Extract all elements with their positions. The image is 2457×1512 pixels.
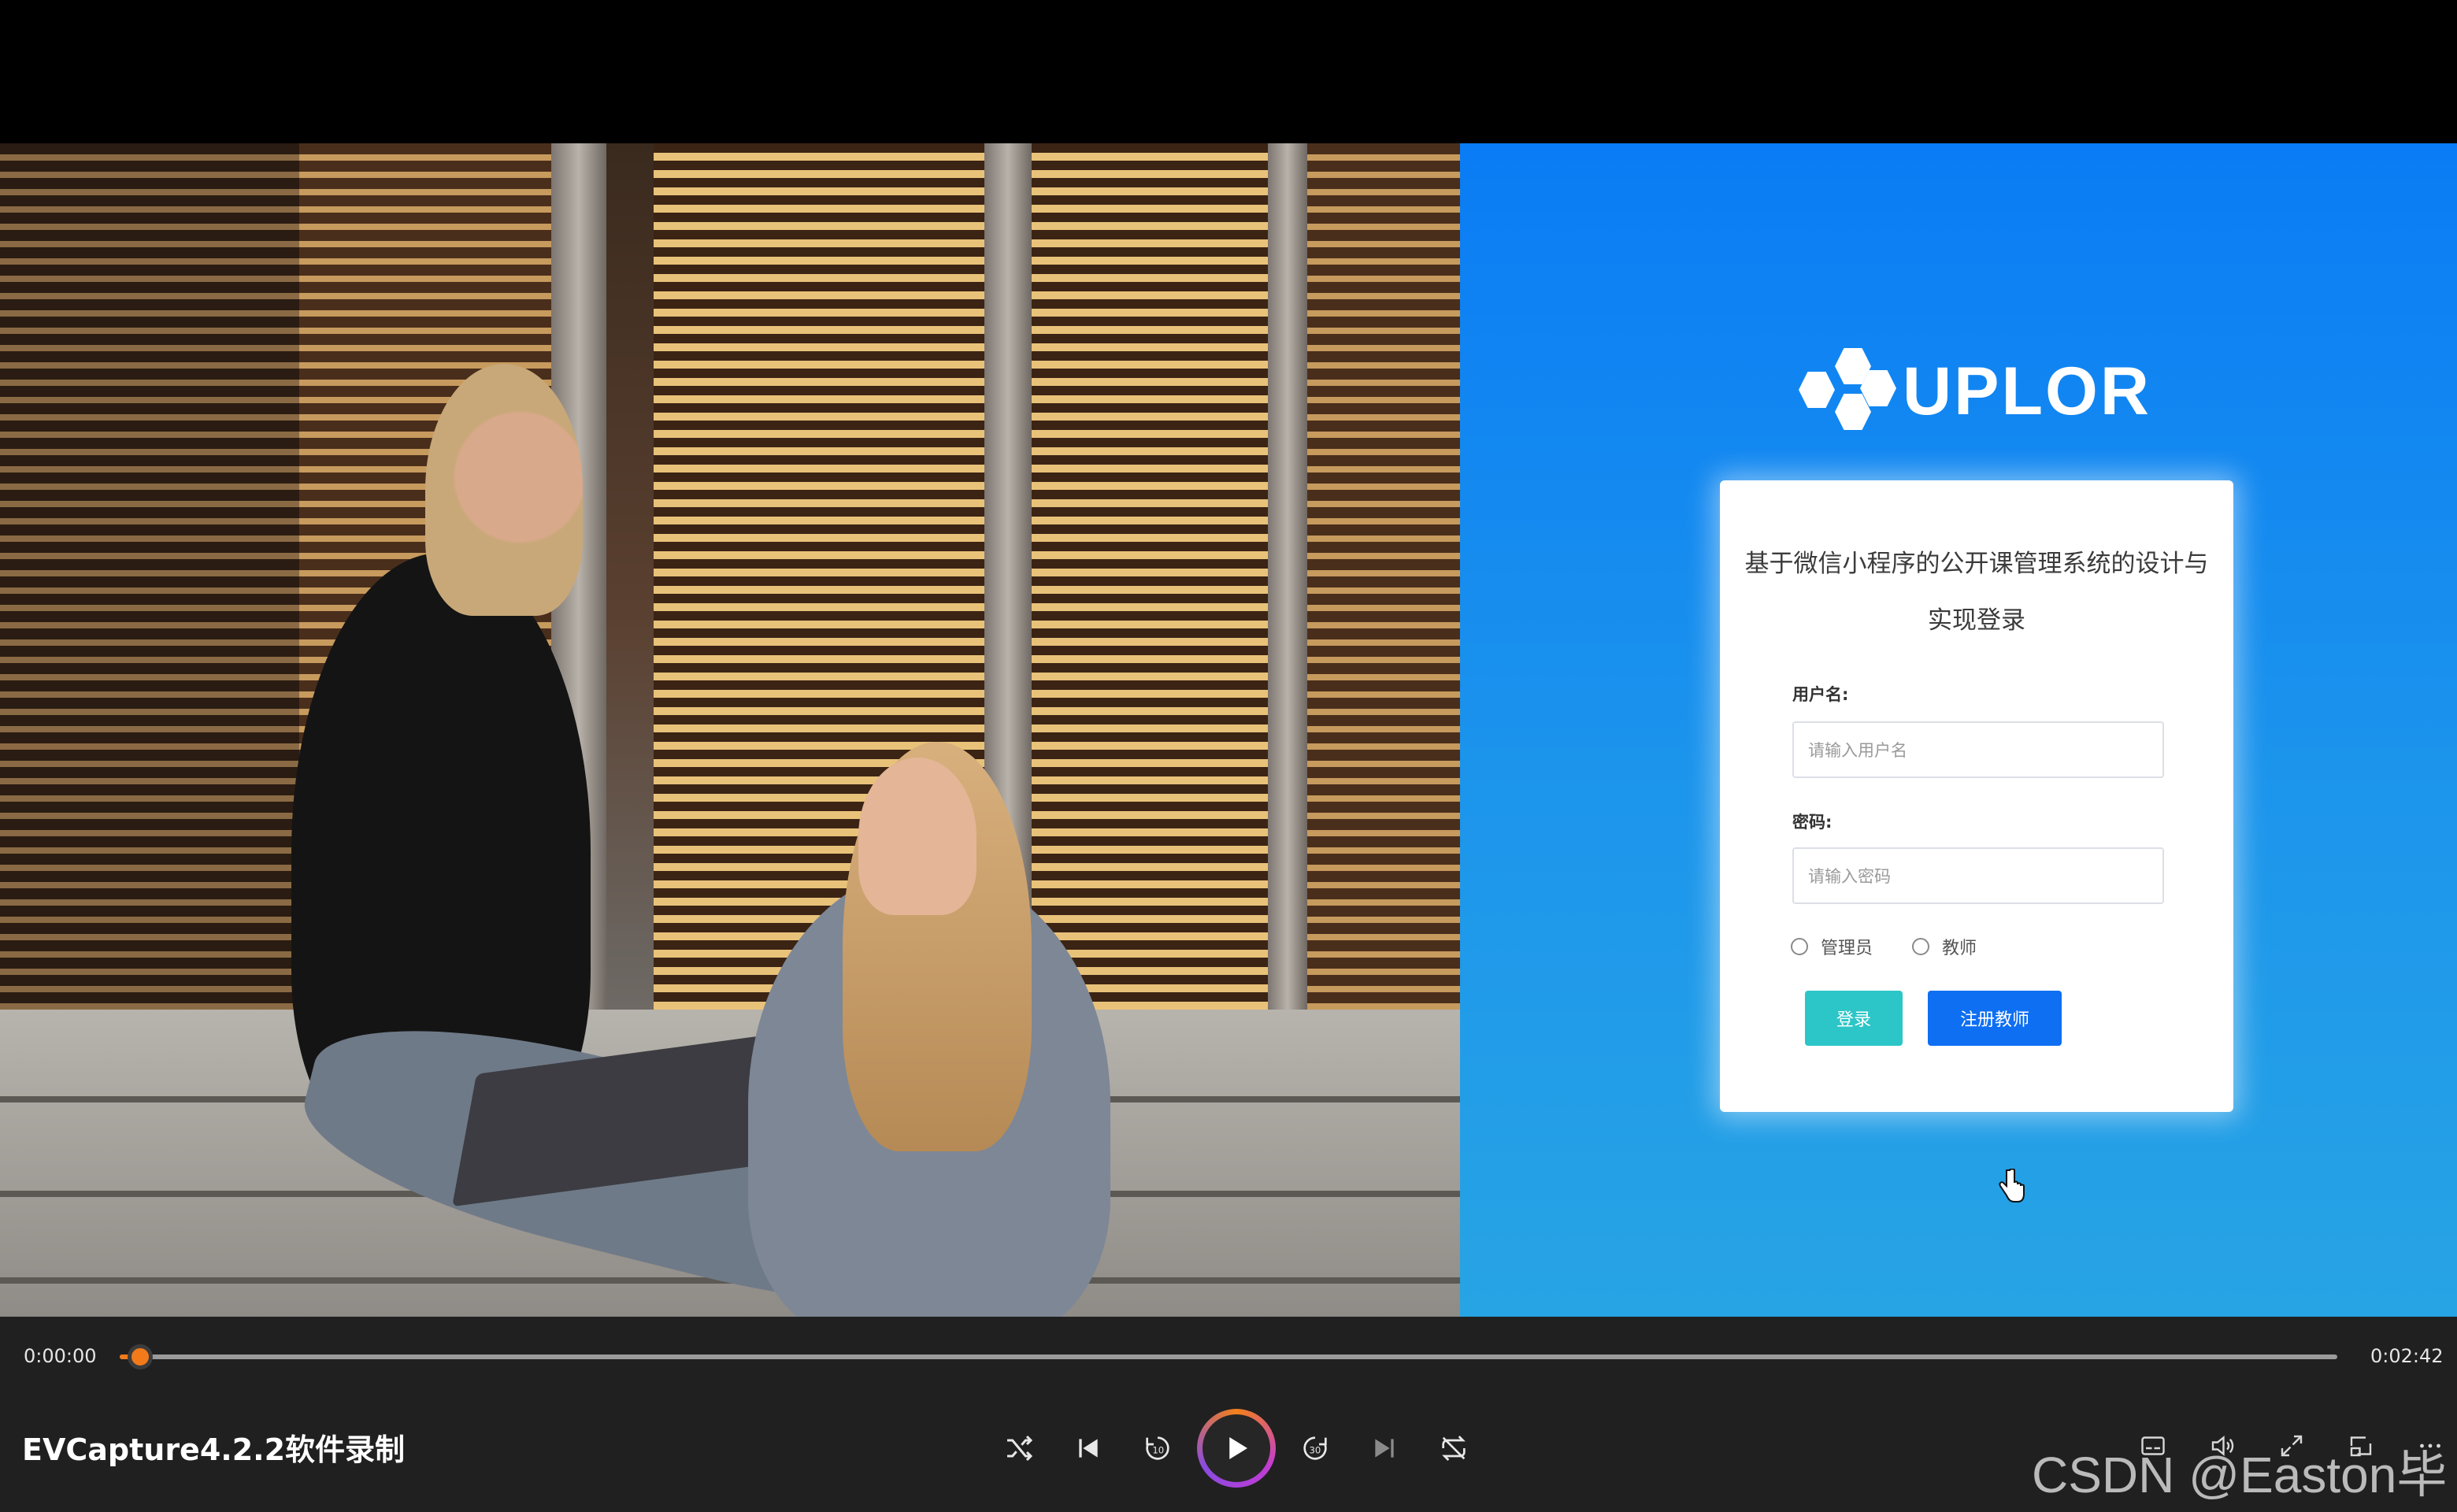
wooden-slat-wall [1032,143,1268,1025]
brand-header: UPLOR [1799,348,2151,435]
radio-circle[interactable] [1912,938,1930,955]
radio-teacher-label: 教师 [1942,939,1977,958]
shuffle-icon [1007,1435,1033,1462]
login-title: 基于微信小程序的公开课管理系统的设计与实现登录 [1744,550,2209,635]
login-panel: UPLOR 基于微信小程序的公开课管理系统的设计与实现登录 用户名: 请输入用户… [1460,143,2457,1317]
svg-text:30: 30 [1310,1445,1321,1456]
play-icon [1229,1437,1247,1459]
wooden-slat-wall [1307,143,1460,1025]
rewind-10-button[interactable]: 10 [1123,1414,1192,1483]
concrete-pillar [1268,143,1307,1049]
seek-handle[interactable] [128,1344,154,1369]
csdn-watermark: CSDN @Easton毕设 [2032,1447,2448,1503]
login-button[interactable]: 登录 [1805,991,1903,1046]
radio-admin[interactable]: 管理员 [1791,934,1873,959]
play-button-inner [1203,1414,1270,1482]
hand-pointer-icon [1999,1169,2025,1203]
brand-name: UPLOR [1903,353,2151,429]
current-time: 0:00:00 [24,1345,97,1367]
radio-admin-label: 管理员 [1821,939,1873,958]
total-time: 0:02:42 [2370,1345,2444,1367]
woman-head-curly-hair [425,364,583,616]
login-card: 基于微信小程序的公开课管理系统的设计与实现登录 用户名: 请输入用户名 密码: … [1720,480,2233,1112]
repeat-button[interactable] [1419,1414,1488,1483]
username-input[interactable]: 请输入用户名 [1792,721,2164,778]
repeat-off-icon [1442,1436,1466,1461]
previous-button[interactable] [1054,1414,1123,1483]
register-teacher-button[interactable]: 注册教师 [1928,991,2062,1046]
media-title: EVCapture4.2.2软件录制 [22,1432,406,1467]
hexagon-logo-icon [1799,348,1896,435]
password-input[interactable]: 请输入密码 [1792,847,2164,904]
next-icon [1375,1439,1394,1458]
screen: UPLOR 基于微信小程序的公开课管理系统的设计与实现登录 用户名: 请输入用户… [0,0,2457,1512]
password-label: 密码: [1792,813,1833,832]
forward-30-button[interactable]: 30 [1280,1414,1350,1483]
next-button[interactable] [1350,1414,1419,1483]
wooden-slat-wall [0,143,299,1025]
previous-icon [1079,1439,1098,1458]
rewind-10-icon: 10 [1146,1436,1169,1460]
shuffle-button[interactable] [984,1414,1054,1483]
woman-face [858,758,976,915]
radio-circle[interactable] [1791,938,1808,955]
play-button[interactable] [1192,1409,1280,1488]
video-frame: UPLOR 基于微信小程序的公开课管理系统的设计与实现登录 用户名: 请输入用户… [0,143,2457,1317]
forward-30-icon: 30 [1303,1436,1327,1460]
radio-teacher[interactable]: 教师 [1912,934,1977,959]
svg-text:10: 10 [1152,1445,1164,1456]
background-photo [0,143,1460,1317]
play-button-ring[interactable] [1197,1409,1276,1488]
username-label: 用户名: [1792,685,1849,704]
seek-bar[interactable] [120,1344,2337,1369]
role-radio-group: 管理员 教师 [1791,934,2016,959]
playback-controls: 10 30 [984,1405,1488,1492]
